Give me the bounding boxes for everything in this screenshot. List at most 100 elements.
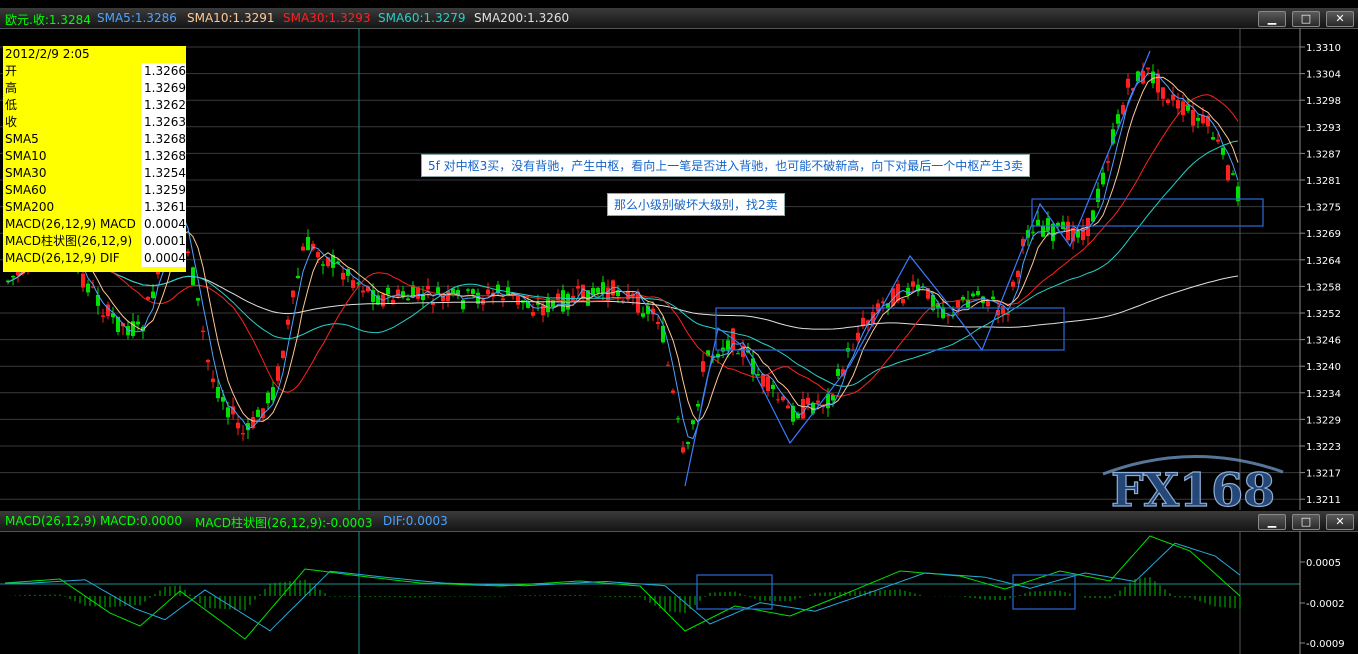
info-row: 低 1.3262 <box>3 97 186 114</box>
price-chart[interactable]: 1.3310 1.3304 1.3298 1.3293 1.3287 1.3281 1.32… <box>0 28 1358 510</box>
price-tick-label: 1.3275 <box>1306 203 1341 214</box>
info-label: SMA30 <box>5 166 47 180</box>
candle-body <box>986 301 990 307</box>
candle-body <box>836 368 840 376</box>
candle-body <box>281 350 285 359</box>
info-label: 开 <box>5 64 18 78</box>
info-date: 2012/2/9 2:05 <box>5 47 90 61</box>
candle-body <box>666 364 670 366</box>
macd-title-dif: DIF:0.0003 <box>383 514 448 528</box>
info-value: 0.0004 <box>141 250 186 267</box>
title-sma30: SMA30:1.3293 <box>283 11 371 25</box>
info-value: 1.3268 <box>141 148 186 165</box>
annotation-note-1: 5f 对中枢3买，没有背驰，产生中枢，看向上一笔是否进入背驰，也可能不破新高，向… <box>421 154 1030 177</box>
info-value: 1.3263 <box>141 114 186 131</box>
price-tick-label: 1.3281 <box>1306 176 1341 187</box>
macd-close-button[interactable]: ✕ <box>1326 514 1354 530</box>
candle-body <box>641 313 645 317</box>
info-row: SMA200 1.3261 <box>3 199 186 216</box>
candle-body <box>486 289 490 295</box>
candle-body <box>86 283 90 293</box>
candle-body <box>911 281 915 287</box>
candle-body <box>296 275 300 279</box>
candle-body <box>856 332 860 341</box>
candle-body <box>1146 67 1150 70</box>
close-button[interactable]: ✕ <box>1326 11 1354 27</box>
title-sma200: SMA200:1.3260 <box>474 11 570 25</box>
candle-body <box>681 447 685 453</box>
pivot-box-1 <box>715 307 1065 351</box>
candle-body <box>1011 281 1015 287</box>
candle-body <box>426 285 430 290</box>
candle-body <box>1106 161 1110 163</box>
minimize-button[interactable]: ▁ <box>1258 11 1286 27</box>
info-row: MACD(26,12,9) DIF 0.0004 <box>3 250 186 267</box>
candle-body <box>1031 231 1035 233</box>
candle-body <box>801 398 805 419</box>
macd-box-2 <box>1012 574 1076 610</box>
price-tick-label: 1.3211 <box>1306 495 1341 506</box>
candle-body <box>601 282 605 294</box>
candle-body <box>1016 270 1020 277</box>
info-value: 1.3269 <box>141 80 186 97</box>
info-label: SMA5 <box>5 132 39 146</box>
candle-body <box>786 405 790 409</box>
macd-scale: 0.0005 -0.0002 -0.0009 <box>1300 558 1345 650</box>
candle-body <box>291 290 295 298</box>
candle-body <box>676 418 680 420</box>
candle-body <box>456 290 460 295</box>
macd-panel: MACD(26,12,9) MACD:0.0000 MACD柱状图(26,12,… <box>0 511 1358 654</box>
price-scale: 1.3310 1.3304 1.3298 1.3293 1.3287 1.3281 1.32… <box>1300 43 1341 506</box>
annotation-note-2: 那么小级别破坏大级别，找2卖 <box>607 193 785 216</box>
price-tick-label: 1.3246 <box>1306 336 1341 347</box>
info-label: MACD(26,12,9) DIF <box>5 251 120 265</box>
candle-body <box>216 386 220 399</box>
candle-body <box>421 294 425 301</box>
candle-body <box>956 300 960 308</box>
macd-minimize-button[interactable]: ▁ <box>1258 514 1286 530</box>
info-value: 1.3261 <box>141 199 186 216</box>
candle-body <box>516 295 520 305</box>
macd-chart[interactable]: 0.0005 -0.0002 -0.0009 <box>0 531 1358 654</box>
info-date-row: 2012/2/9 2:05 <box>3 46 186 63</box>
candle-body <box>1126 78 1130 88</box>
candle-body <box>1061 221 1065 229</box>
macd-tick-label: -0.0002 <box>1306 599 1345 610</box>
candle-body <box>906 287 910 296</box>
macd-line <box>4 535 1241 640</box>
info-row: 开 1.3266 <box>3 63 186 80</box>
candle-body <box>1191 110 1195 126</box>
price-tick-label: 1.3264 <box>1306 256 1341 267</box>
candle-body <box>361 290 365 293</box>
candle-body <box>406 298 410 301</box>
main-chart-titlebar: 欧元.收:1.3284 SMA5:1.3286 SMA10:1.3291 SMA… <box>0 8 1358 29</box>
price-tick-label: 1.3223 <box>1306 442 1341 453</box>
candle-body <box>151 291 155 299</box>
info-label: MACD柱状图(26,12,9) <box>5 234 133 248</box>
price-tick-label: 1.3287 <box>1306 149 1341 160</box>
info-row: MACD(26,12,9) MACD 0.0004 <box>3 216 186 233</box>
sma5-line <box>7 72 1239 440</box>
candle-body <box>1186 105 1190 111</box>
price-tick-label: 1.3298 <box>1306 96 1341 107</box>
info-value: 1.3266 <box>141 63 186 80</box>
price-tick-label: 1.3234 <box>1306 389 1341 400</box>
candle-body <box>186 251 190 254</box>
candle-body <box>236 422 240 429</box>
macd-maximize-button[interactable]: □ <box>1292 514 1320 530</box>
info-value: 1.3259 <box>141 182 186 199</box>
price-tick-label: 1.3304 <box>1306 70 1341 81</box>
info-row: SMA30 1.3254 <box>3 165 186 182</box>
price-tick-label: 1.3229 <box>1306 415 1341 426</box>
candle-body <box>276 366 280 381</box>
info-value: 0.0001 <box>141 233 186 250</box>
candle-body <box>241 433 245 435</box>
candle-body <box>206 359 210 363</box>
data-window: 2012/2/9 2:05 开 1.3266 高 1.3269 低 1.3262 收 1.32… <box>3 46 186 272</box>
maximize-button[interactable]: □ <box>1292 11 1320 27</box>
candle-body <box>816 400 820 403</box>
candle-body <box>201 330 205 333</box>
candle-body <box>696 403 700 407</box>
title-sma60: SMA60:1.3279 <box>378 11 466 25</box>
candle-body <box>1201 115 1205 124</box>
